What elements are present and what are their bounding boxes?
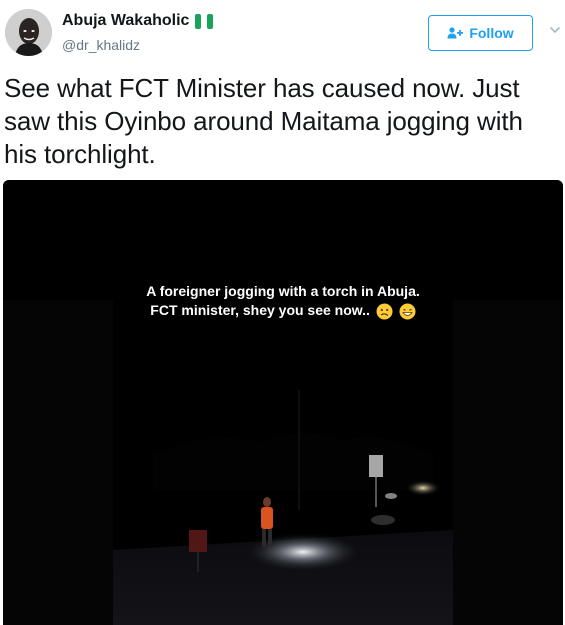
grinning-sweat-face-icon	[399, 303, 416, 320]
author-name-row: Abuja Wakaholic	[62, 12, 214, 30]
caption-line-2: FCT minister, shey you see now..	[113, 301, 453, 320]
caption-line-1: A foreigner jogging with a torch in Abuj…	[146, 283, 420, 299]
follow-button-label: Follow	[469, 25, 514, 41]
chevron-down-icon[interactable]	[549, 24, 561, 36]
follow-button[interactable]: Follow	[428, 15, 533, 51]
tweet-text: See what FCT Minister has caused now. Ju…	[4, 73, 523, 169]
tweet-media[interactable]: A foreigner jogging with a torch in Abuj…	[3, 180, 563, 625]
display-name[interactable]: Abuja Wakaholic	[62, 12, 189, 30]
nigeria-flag-icon	[195, 13, 214, 29]
video-caption: A foreigner jogging with a torch in Abuj…	[113, 282, 453, 320]
profile-photo	[5, 9, 52, 56]
avatar[interactable]	[5, 9, 52, 56]
username[interactable]: @dr_khalidz	[62, 37, 140, 53]
add-user-icon	[447, 27, 464, 39]
night-scene-image	[3, 180, 563, 625]
confused-face-icon	[376, 303, 393, 320]
